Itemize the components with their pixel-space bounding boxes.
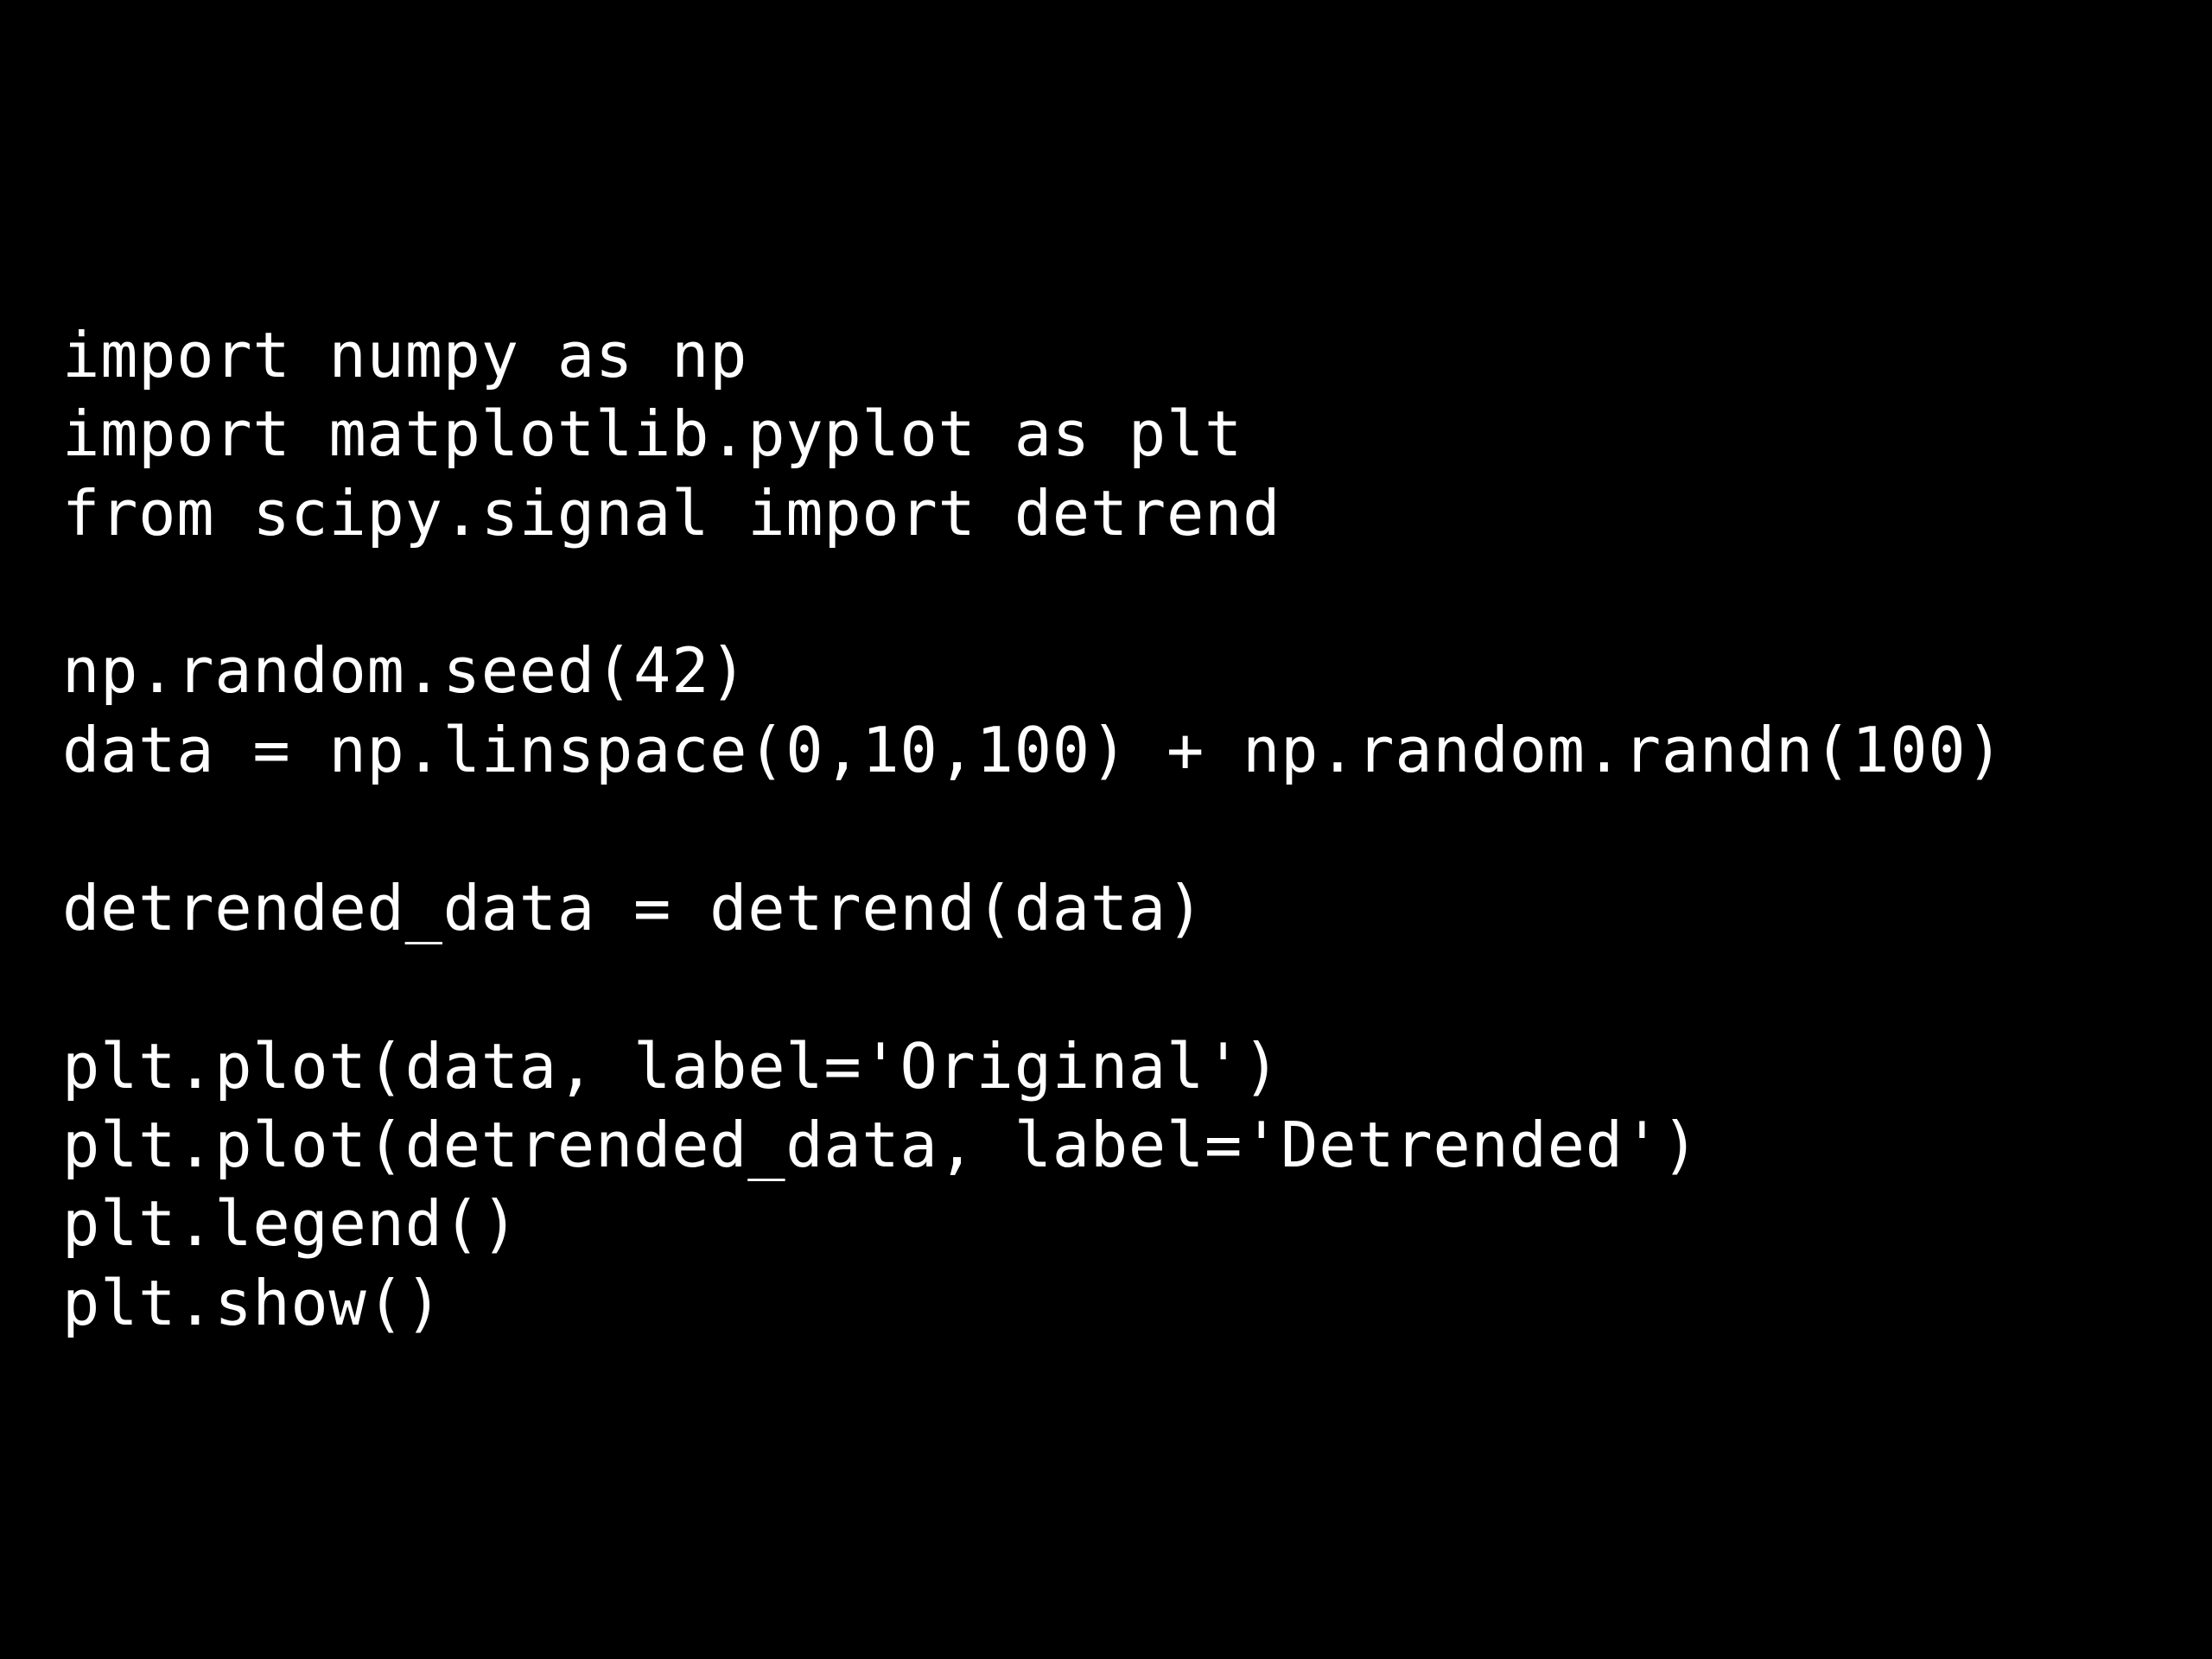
- code-snippet: import numpy as np import matplotlib.pyp…: [62, 316, 2212, 1344]
